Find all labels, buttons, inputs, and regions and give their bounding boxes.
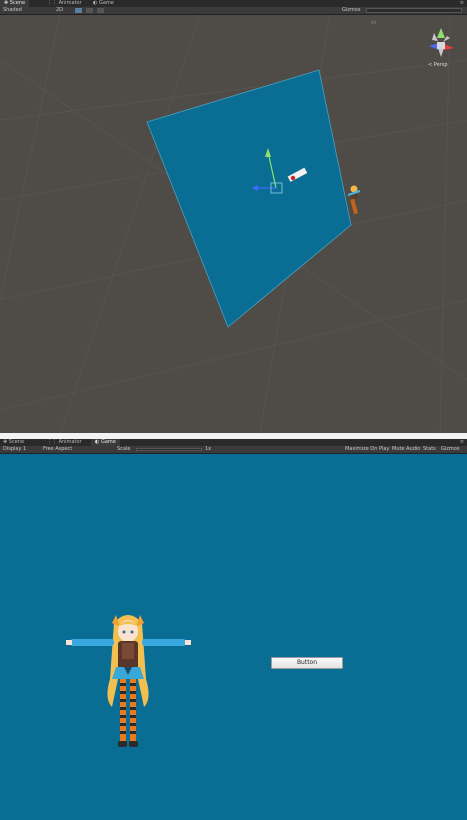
shading-mode-dropdown[interactable]: Shaded (3, 7, 22, 14)
plane-object[interactable] (146, 69, 352, 328)
tab-animator[interactable]: ⋮⋮ Animator (47, 439, 82, 446)
audio-toggle-icon[interactable] (86, 8, 93, 13)
scene-icon: ✥ (4, 0, 9, 6)
scene-search-input[interactable]: All (366, 8, 462, 25)
scene-tab-bar: ✥ Scene ⋮⋮ Animator ◐ Game ≡ (0, 0, 467, 7)
scene-viewport[interactable] (0, 15, 467, 433)
game-tab-bar: ✥ Scene ⋮⋮ Animator ◐ Game ≡ (0, 439, 467, 446)
stats-toggle[interactable]: Stats (423, 446, 436, 453)
scene-icon: ✥ (3, 439, 8, 445)
animator-icon: ⋮⋮ (47, 439, 57, 445)
striped-stockings (120, 679, 136, 741)
scene-character-model[interactable] (347, 185, 361, 215)
animator-icon: ⋮⋮ (47, 0, 57, 6)
orientation-gizmo[interactable] (429, 28, 454, 57)
scene-view-window[interactable]: ✥ Scene ⋮⋮ Animator ◐ Game ≡ Shaded 2D G… (0, 0, 467, 433)
gizmos-dropdown[interactable]: Gizmos (342, 7, 360, 14)
tab-game-label: Game (100, 439, 116, 445)
scene-toolbar: Shaded 2D Gizmos All (0, 7, 467, 25)
tab-game[interactable]: ◐ Game (91, 439, 120, 446)
tab-scene[interactable]: ✥ Scene (0, 0, 30, 7)
tab-game-label: Game (98, 0, 114, 6)
window-menu-icon[interactable]: ≡ (460, 0, 464, 7)
scale-label: Scale (117, 446, 131, 452)
game-toolbar: Display 1 Free Aspect Scale 1x Maximize … (0, 446, 467, 454)
tab-scene-label: Scene (8, 439, 25, 445)
game-icon: ◐ (93, 0, 98, 6)
game-view-window[interactable]: ✥ Scene ⋮⋮ Animator ◐ Game ≡ Display 1 F… (0, 439, 467, 820)
display-dropdown[interactable]: Display 1 (3, 446, 26, 453)
projection-label[interactable]: < Persp (428, 62, 448, 68)
ui-button[interactable]: Button (271, 657, 343, 669)
tab-animator-label: Animator (58, 0, 82, 6)
effects-toggle-icon[interactable] (97, 8, 104, 13)
game-character-model (66, 615, 191, 747)
tab-animator[interactable]: ⋮⋮ Animator (47, 0, 82, 7)
scale-slider[interactable] (136, 448, 202, 451)
lighting-toggle-icon[interactable] (75, 8, 82, 13)
tab-game[interactable]: ◐ Game (93, 0, 114, 7)
tab-animator-label: Animator (58, 439, 82, 445)
tab-scene[interactable]: ✥ Scene (3, 439, 24, 446)
mode-2d-toggle[interactable]: 2D (56, 7, 63, 14)
game-icon: ◐ (95, 439, 100, 445)
scale-value: 1x (205, 446, 212, 452)
maximize-on-play-toggle[interactable]: Maximize On Play (345, 446, 389, 453)
tab-scene-label: Scene (9, 0, 26, 6)
gizmos-dropdown[interactable]: Gizmos (441, 446, 459, 453)
aspect-dropdown[interactable]: Free Aspect (43, 446, 72, 453)
mute-audio-toggle[interactable]: Mute Audio (392, 446, 420, 453)
window-menu-icon[interactable]: ≡ (460, 439, 464, 446)
